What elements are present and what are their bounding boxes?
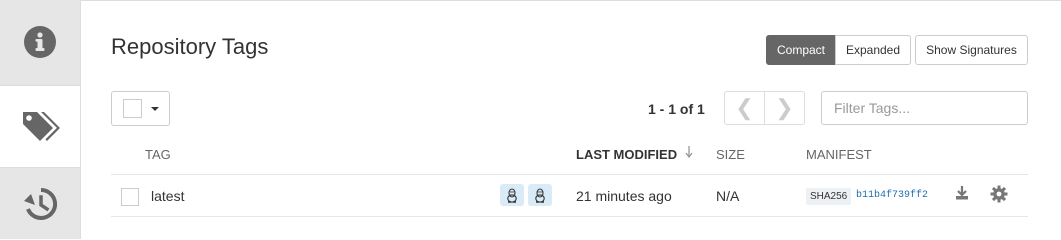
size-value: N/A: [716, 188, 740, 204]
expanded-view-button[interactable]: Expanded: [835, 35, 911, 65]
divider: [111, 216, 1028, 217]
select-all-checkbox[interactable]: [123, 99, 142, 118]
page-title: Repository Tags: [111, 34, 269, 59]
column-header-manifest[interactable]: MANIFEST: [806, 147, 872, 162]
column-header-tag[interactable]: TAG: [145, 147, 171, 162]
select-all-dropdown[interactable]: [111, 91, 170, 126]
sidebar-item-history[interactable]: [0, 169, 80, 239]
sidebar-item-tags[interactable]: [0, 85, 81, 168]
linux-icon: [528, 184, 552, 206]
pagination-count: 1 - 1 of 1: [648, 101, 705, 117]
caret-down-icon: [151, 106, 159, 111]
tags-icon: [21, 110, 61, 144]
row-checkbox[interactable]: [121, 188, 139, 206]
download-icon[interactable]: [955, 185, 969, 206]
chevron-left-icon: ❮: [735, 95, 754, 120]
manifest-digest-link[interactable]: b11b4f739ff2: [856, 190, 928, 201]
chevron-right-icon: ❯: [775, 95, 794, 120]
last-modified-value: 21 minutes ago: [576, 188, 672, 204]
gear-icon[interactable]: [990, 185, 1008, 208]
linux-icon: [500, 184, 524, 206]
compact-view-button[interactable]: Compact: [766, 35, 836, 65]
divider: [111, 174, 1028, 175]
column-header-size[interactable]: SIZE: [716, 147, 745, 162]
history-icon: [23, 188, 57, 220]
tag-name[interactable]: latest: [151, 188, 184, 204]
column-header-last-modified[interactable]: LAST MODIFIED: [576, 147, 677, 162]
sort-down-icon: [685, 146, 693, 161]
filter-tags-input[interactable]: [821, 91, 1028, 125]
digest-algo-badge: SHA256: [806, 188, 852, 205]
main-panel: Repository Tags Compact Expanded Show Si…: [80, 0, 1061, 239]
sidebar: [0, 0, 81, 239]
previous-page-button[interactable]: ❮: [724, 91, 765, 125]
sidebar-item-info[interactable]: [0, 0, 80, 83]
info-icon: [24, 25, 56, 58]
next-page-button[interactable]: ❯: [764, 91, 805, 125]
show-signatures-button[interactable]: Show Signatures: [915, 35, 1028, 65]
